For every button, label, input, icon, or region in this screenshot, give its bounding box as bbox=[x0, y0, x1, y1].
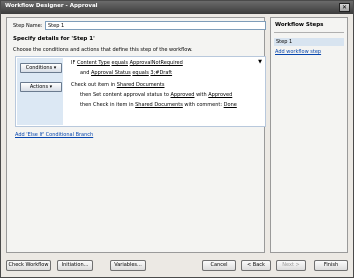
workflow-designer-window: Workflow Designer - Approval ✕ Step Name… bbox=[0, 0, 354, 278]
step-name-label: Step Name: bbox=[13, 23, 43, 29]
steps-divider bbox=[274, 32, 344, 33]
and-keyword: and bbox=[80, 70, 90, 76]
workflow-steps-panel: Workflow Steps Step 1 Add workflow step bbox=[270, 17, 348, 253]
condition-value-1[interactable]: ApprovalNotRequired bbox=[130, 60, 183, 66]
actions-button[interactable]: Actions ▾ bbox=[20, 82, 62, 92]
action-line-2: then Set content approval status to Appr… bbox=[80, 92, 232, 98]
action-3-with-comment: with comment: bbox=[184, 102, 223, 108]
condition-value-2[interactable]: 3;#Draft bbox=[150, 70, 172, 76]
if-keyword: IF bbox=[71, 60, 76, 66]
conditions-button[interactable]: Conditions ▾ bbox=[20, 63, 62, 73]
rule-editor: Conditions ▾ Actions ▾ IF Content Type e… bbox=[15, 56, 266, 127]
action-3-text: then Check in item in bbox=[80, 102, 134, 108]
action-2-comment-link[interactable]: Approved bbox=[208, 92, 232, 98]
cancel-button[interactable]: Cancel bbox=[202, 260, 236, 271]
step-list-item[interactable]: Step 1 bbox=[274, 38, 344, 46]
condition-line-1: IF Content Type equals ApprovalNotRequir… bbox=[71, 60, 183, 66]
workflow-steps-title: Workflow Steps bbox=[275, 22, 324, 28]
action-2-text: then Set content approval status to bbox=[80, 92, 169, 98]
condition-line-2: and Approval Status equals 3;#Draft bbox=[80, 70, 172, 76]
variables-button[interactable]: Variables... bbox=[110, 260, 146, 271]
details-subtitle: Choose the conditions and actions that d… bbox=[13, 47, 193, 53]
condition-field-content-type[interactable]: Content Type bbox=[77, 60, 110, 66]
initiation-button[interactable]: Initiation... bbox=[57, 260, 93, 271]
chevron-down-icon[interactable]: ▼ bbox=[258, 59, 262, 65]
add-else-if-branch-link[interactable]: Add 'Else If' Conditional Branch bbox=[15, 132, 93, 138]
finish-button[interactable]: Finish bbox=[314, 260, 348, 271]
action-line-1: Check out item in Shared Documents bbox=[71, 82, 165, 88]
action-1-text: Check out item in bbox=[71, 82, 116, 88]
details-header: Specify details for 'Step 1' bbox=[13, 36, 95, 42]
window-title: Workflow Designer - Approval bbox=[5, 3, 98, 9]
action-3-list-link[interactable]: Shared Documents bbox=[135, 102, 183, 108]
check-workflow-button[interactable]: Check Workflow bbox=[6, 260, 51, 271]
condition-operator-1[interactable]: equals bbox=[112, 60, 128, 66]
condition-operator-2[interactable]: equals bbox=[132, 70, 148, 76]
action-2-status-link[interactable]: Approved bbox=[170, 92, 194, 98]
rule-button-column: Conditions ▾ Actions ▾ bbox=[17, 58, 63, 125]
close-button[interactable]: ✕ bbox=[339, 3, 350, 12]
action-3-comment-link[interactable]: Done bbox=[224, 102, 237, 108]
condition-field-approval-status[interactable]: Approval Status bbox=[91, 70, 131, 76]
back-button[interactable]: < Back bbox=[241, 260, 271, 271]
title-bar: Workflow Designer - Approval ✕ bbox=[1, 1, 353, 14]
action-line-3: then Check in item in Shared Documents w… bbox=[80, 102, 237, 108]
next-button[interactable]: Next > bbox=[276, 260, 306, 271]
action-2-with: with bbox=[196, 92, 207, 98]
action-1-list-link[interactable]: Shared Documents bbox=[117, 82, 165, 88]
add-workflow-step-link[interactable]: Add workflow step bbox=[275, 49, 321, 55]
step-name-input[interactable]: Step 1 bbox=[45, 21, 266, 30]
main-panel: Step Name: Step 1 Specify details for 'S… bbox=[6, 17, 266, 253]
